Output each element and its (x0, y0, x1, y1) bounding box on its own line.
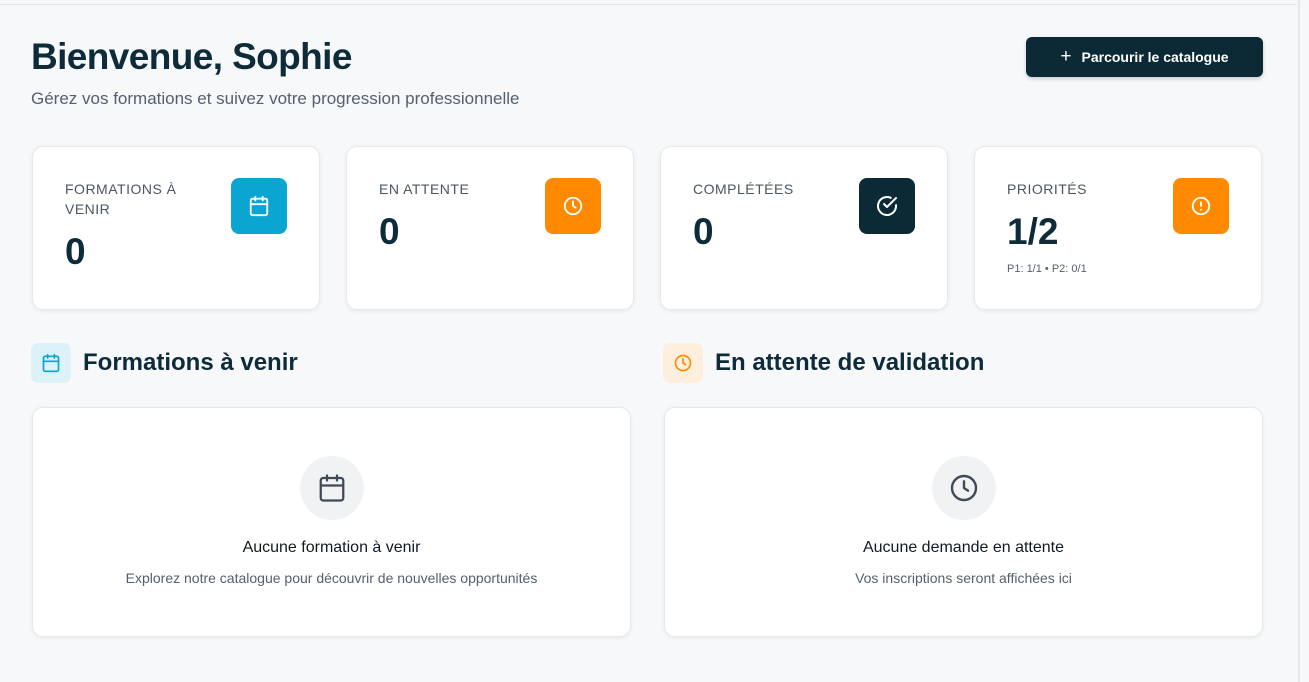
top-divider (0, 4, 1297, 5)
calendar-icon (231, 178, 287, 234)
section-title: Formations à venir (83, 349, 298, 376)
priority-breakdown: P1: 1/1 • P2: 0/1 (1007, 263, 1087, 275)
empty-state-title: Aucune formation à venir (242, 539, 421, 556)
browse-catalog-button[interactable]: + Parcourir le catalogue (1026, 37, 1263, 77)
section-upcoming-header: Formations à venir (31, 343, 298, 383)
stat-value: 0 (65, 231, 86, 272)
empty-state-text: Vos inscriptions seront affichées ici (855, 570, 1072, 586)
calendar-icon (299, 456, 364, 520)
clock-icon (931, 456, 996, 520)
page-title: Bienvenue, Sophie (31, 36, 352, 77)
check-circle-icon (859, 178, 915, 234)
alert-circle-icon (1173, 178, 1229, 234)
stat-card-pending: EN ATTENTE 0 (346, 146, 634, 310)
stat-value: 1/2 (1007, 211, 1059, 252)
clock-icon (545, 178, 601, 234)
plus-icon: + (1060, 45, 1072, 67)
empty-state-text: Explorez notre catalogue pour découvrir … (125, 570, 538, 586)
browse-catalog-label: Parcourir le catalogue (1081, 49, 1229, 65)
stat-value: 0 (693, 211, 714, 252)
stat-label: EN ATTENTE (379, 181, 470, 197)
empty-state-title: Aucune demande en attente (862, 539, 1065, 556)
stat-card-completed: COMPLÉTÉES 0 (660, 146, 948, 310)
page-subtitle: Gérez vos formations et suivez votre pro… (31, 89, 520, 108)
stat-card-upcoming: FORMATIONS À VENIR 0 (32, 146, 320, 310)
stat-card-priorities: PRIORITÉS 1/2 P1: 1/1 • P2: 0/1 (974, 146, 1262, 310)
stat-value: 0 (379, 211, 400, 252)
section-pending-header: En attente de validation (663, 343, 984, 383)
pending-empty-panel: Aucune demande en attente Vos inscriptio… (664, 407, 1263, 637)
stat-label: COMPLÉTÉES (693, 181, 794, 197)
dashboard-page: Bienvenue, Sophie Gérez vos formations e… (0, 0, 1309, 682)
clock-icon (663, 343, 703, 383)
stat-label: FORMATIONS À VENIR (65, 181, 177, 217)
stat-label: PRIORITÉS (1007, 181, 1087, 197)
upcoming-empty-panel: Aucune formation à venir Explorez notre … (32, 407, 631, 637)
scrollbar-track[interactable] (1298, 0, 1300, 682)
section-title: En attente de validation (715, 349, 985, 376)
calendar-icon (31, 343, 71, 383)
